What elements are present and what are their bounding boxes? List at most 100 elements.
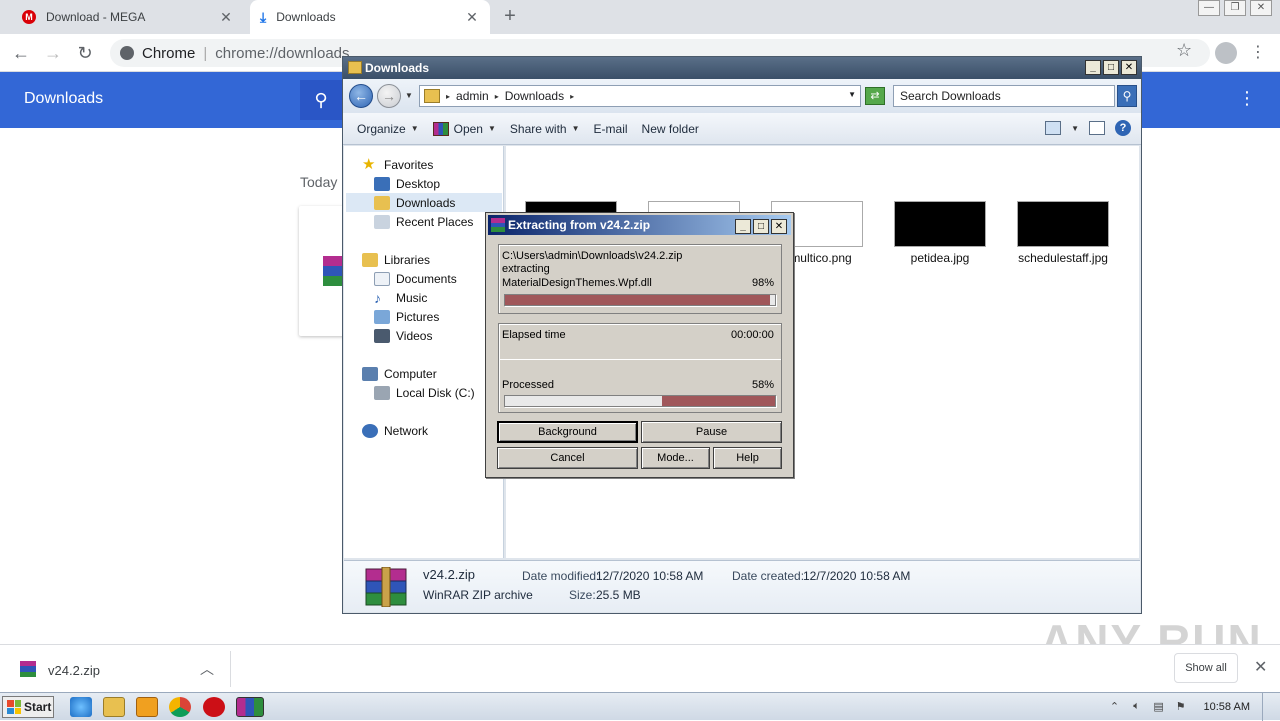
background-button[interactable]: Background (497, 421, 638, 443)
nav-recent-places[interactable]: Recent Places (374, 212, 473, 231)
opera-icon[interactable] (203, 697, 225, 717)
back-arrow-icon[interactable]: ← (349, 84, 373, 108)
search-input[interactable]: Search Downloads (893, 85, 1115, 107)
downloads-folder-icon (374, 195, 390, 210)
chevron-up-icon[interactable]: ⌃ (1108, 700, 1122, 714)
size-label: Size: (569, 588, 596, 602)
close-icon[interactable]: ✕ (1254, 657, 1267, 677)
minimize-button[interactable]: _ (1085, 60, 1101, 75)
forward-arrow-icon[interactable]: → (377, 84, 401, 108)
cancel-button[interactable]: Cancel (497, 447, 638, 469)
clock[interactable]: 10:58 AM (1204, 701, 1250, 713)
nav-label: Recent Places (396, 214, 474, 229)
nav-network[interactable]: Network (362, 421, 428, 440)
chevron-right-icon[interactable]: ▸ (446, 92, 450, 101)
close-window-button[interactable]: ✕ (1250, 0, 1272, 16)
new-tab-button[interactable]: + (498, 4, 522, 28)
help-icon[interactable]: ? (1115, 120, 1131, 136)
maximize-button[interactable]: □ (753, 219, 769, 234)
file-thumbnail[interactable] (1017, 201, 1109, 247)
mode-button[interactable]: Mode... (641, 447, 710, 469)
open-button[interactable]: Open ▼ (432, 121, 496, 136)
restore-button[interactable]: ❐ (1224, 0, 1246, 16)
bookmark-star-icon[interactable]: ☆ (1176, 40, 1192, 61)
processed-progress-bar (504, 395, 776, 407)
organize-button[interactable]: Organize ▼ (357, 122, 419, 136)
tab-mega[interactable]: M Download - MEGA ✕ (12, 0, 244, 34)
chevron-up-icon[interactable]: ︿ (200, 659, 214, 679)
system-tray: ⌃ 🔈︎ ▤ ⚑ 10:58 AM (1108, 693, 1280, 721)
chevron-right-icon[interactable]: ▸ (570, 92, 574, 101)
nav-libraries[interactable]: Libraries (362, 250, 430, 269)
processed-percent: 58% (752, 379, 775, 391)
breadcrumb-admin[interactable]: admin (456, 89, 489, 103)
close-tab-icon[interactable]: ✕ (464, 9, 480, 26)
flag-icon[interactable]: ⚑ (1174, 700, 1188, 714)
downloads-menu-icon[interactable]: ⋮ (1238, 88, 1256, 109)
nav-music[interactable]: ♪ Music (374, 288, 427, 307)
help-button[interactable]: Help (713, 447, 782, 469)
winrar-icon (323, 256, 343, 286)
close-tab-icon[interactable]: ✕ (218, 9, 234, 26)
pause-button[interactable]: Pause (641, 421, 782, 443)
chrome-taskbar-icon[interactable] (169, 697, 191, 717)
nav-videos[interactable]: Videos (374, 326, 432, 345)
nav-computer[interactable]: Computer (362, 364, 437, 383)
recent-places-icon (374, 214, 390, 229)
search-icon[interactable]: ⚲ (1117, 85, 1137, 107)
explorer-titlebar[interactable]: Downloads _ □ ✕ (343, 57, 1141, 79)
change-view-icon[interactable] (1045, 121, 1062, 135)
mega-icon: M (22, 10, 36, 24)
address-bar[interactable]: ▸ admin ▸ Downloads ▸ ▼ (419, 85, 861, 107)
email-button[interactable]: E-mail (594, 122, 628, 136)
download-shelf-item[interactable]: v24.2.zip (48, 663, 100, 678)
chevron-right-icon[interactable]: ▸ (495, 92, 499, 101)
maximize-button[interactable]: □ (1103, 60, 1119, 75)
network-icon[interactable]: ▤ (1152, 700, 1166, 714)
nav-label: Documents (396, 271, 457, 286)
download-icon: ⤓ (260, 8, 267, 25)
winrar-taskbar-icon[interactable] (236, 697, 264, 717)
minimize-button[interactable]: _ (735, 219, 751, 234)
nav-favorites[interactable]: ★ Favorites (362, 155, 433, 174)
divider (230, 651, 231, 687)
elapsed-value: 00:00:00 (731, 329, 774, 341)
close-button[interactable]: ✕ (771, 219, 787, 234)
nav-downloads[interactable]: Downloads (346, 193, 502, 212)
reload-icon[interactable]: ↻ (72, 40, 98, 66)
nav-desktop[interactable]: Desktop (374, 174, 440, 193)
show-desktop-button[interactable] (1262, 693, 1274, 721)
new-folder-button[interactable]: New folder (642, 122, 699, 136)
current-file-name: MaterialDesignThemes.Wpf.dll (502, 277, 652, 289)
dialog-titlebar[interactable]: Extracting from v24.2.zip _ □ ✕ (488, 215, 791, 235)
nav-label: Desktop (396, 176, 441, 191)
volume-icon[interactable]: 🔈︎ (1130, 700, 1144, 714)
chrome-menu-icon[interactable]: ⋮ (1250, 42, 1266, 62)
tab-downloads[interactable]: ⤓ Downloads ✕ (250, 0, 490, 34)
show-all-button[interactable]: Show all (1174, 653, 1238, 683)
ie-icon[interactable] (70, 697, 92, 717)
nav-documents[interactable]: Documents (374, 269, 457, 288)
minimize-button[interactable]: — (1198, 0, 1220, 16)
explorer-folder-icon[interactable] (103, 697, 125, 717)
chevron-down-icon[interactable]: ▼ (405, 91, 413, 100)
file-thumbnail[interactable] (894, 201, 986, 247)
profile-avatar[interactable] (1215, 42, 1237, 64)
media-player-icon[interactable] (136, 697, 158, 717)
file-name[interactable]: petidea.jpg (880, 251, 1000, 265)
forward-arrow-icon[interactable]: → (40, 40, 66, 66)
preview-pane-icon[interactable] (1089, 121, 1105, 135)
close-button[interactable]: ✕ (1121, 60, 1137, 75)
network-icon (362, 423, 378, 438)
breadcrumb-downloads[interactable]: Downloads (505, 89, 564, 103)
start-button[interactable]: Start (2, 696, 54, 718)
nav-local-disk[interactable]: Local Disk (C:) (374, 383, 475, 402)
nav-pictures[interactable]: Pictures (374, 307, 439, 326)
search-icon[interactable]: ⚲ (300, 80, 342, 120)
share-with-button[interactable]: Share with ▼ (510, 122, 580, 136)
refresh-icon[interactable]: ⇄ (865, 87, 885, 105)
back-arrow-icon[interactable]: ← (8, 40, 34, 66)
file-name[interactable]: schedulestaff.jpg (1003, 251, 1123, 265)
chevron-down-icon[interactable]: ▼ (1071, 124, 1079, 133)
chevron-down-icon[interactable]: ▼ (848, 90, 856, 99)
